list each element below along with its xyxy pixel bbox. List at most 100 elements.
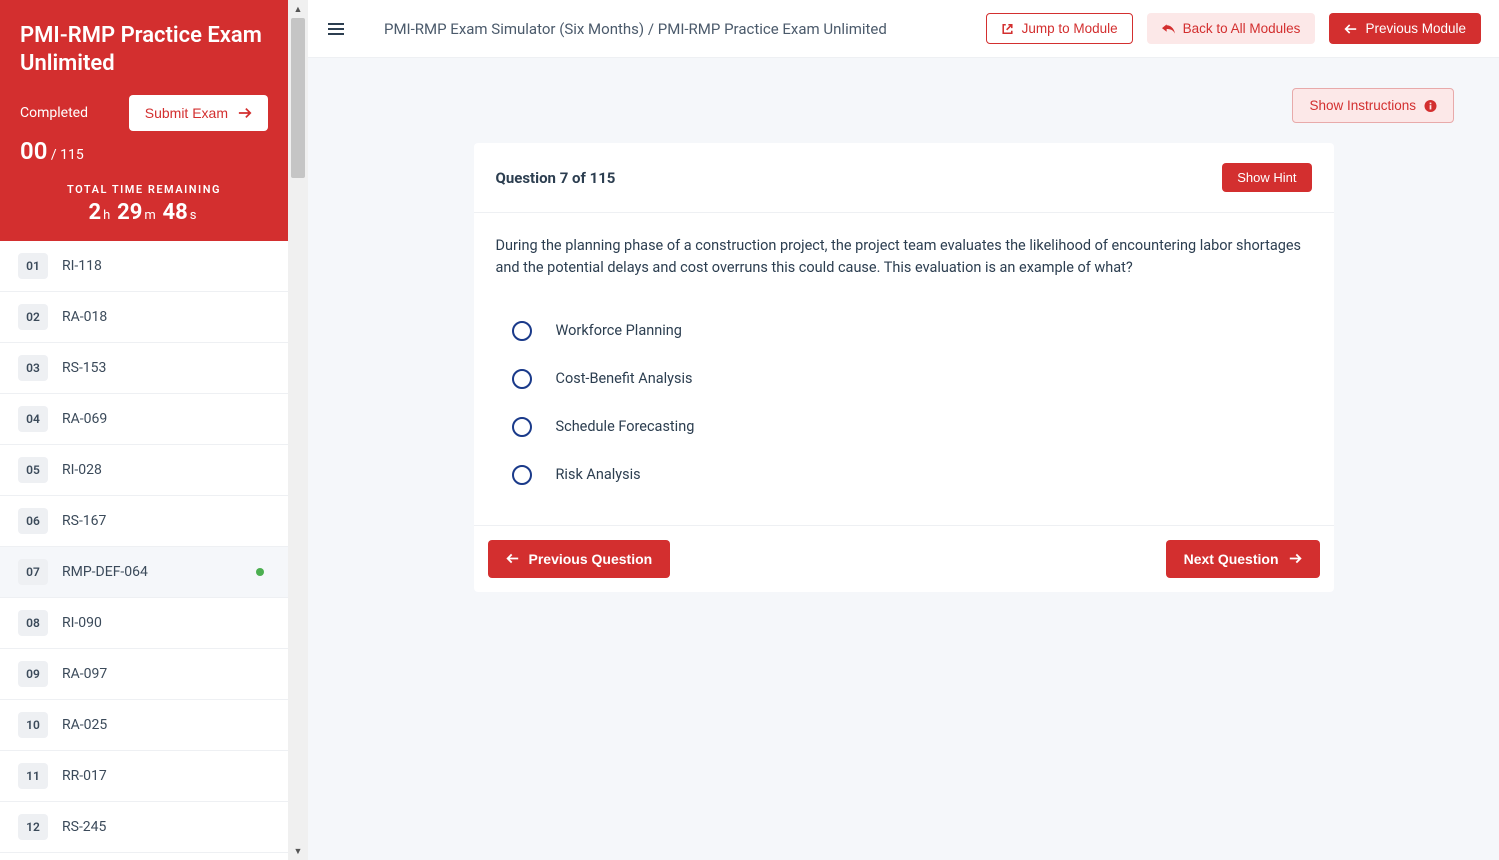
- timer-m-unit: m: [144, 208, 155, 223]
- sidebar-header: PMI-RMP Practice Exam Unlimited Complete…: [0, 0, 288, 241]
- question-number-badge: 02: [18, 304, 48, 330]
- question-list-item[interactable]: 09 RA-097: [0, 649, 288, 700]
- question-list-item[interactable]: 11 RR-017: [0, 751, 288, 802]
- completed-row: Completed Submit Exam: [20, 95, 268, 131]
- question-list: 01RI-118 02 RA-018 03 RS-153 04 RA-069 05 RI-028…: [0, 241, 288, 853]
- jump-to-module-label: Jump to Module: [1022, 21, 1118, 36]
- next-question-label: Next Question: [1184, 551, 1279, 567]
- scrollbar-thumb[interactable]: [291, 18, 305, 178]
- answer-text: Risk Analysis: [556, 466, 641, 483]
- question-list-item[interactable]: 04 RA-069: [0, 394, 288, 445]
- arrow-left-icon: [1344, 23, 1357, 35]
- submit-exam-label: Submit Exam: [145, 105, 228, 121]
- counter-sep: /: [51, 147, 57, 163]
- exam-title: PMI-RMP Practice Exam Unlimited: [20, 22, 268, 77]
- question-number-badge: 11: [18, 763, 48, 789]
- card-header: Question 7 of 115 Show Hint: [474, 143, 1334, 213]
- timer-value: 2h 29m 48s: [20, 200, 268, 225]
- question-text: During the planning phase of a construct…: [496, 235, 1312, 279]
- radio-button[interactable]: [512, 321, 532, 341]
- scrollbar-down-arrow[interactable]: ▼: [288, 842, 308, 860]
- question-number-badge: 04: [18, 406, 48, 432]
- active-indicator-dot: [256, 568, 264, 576]
- question-list-item[interactable]: 05 RI-028: [0, 445, 288, 496]
- answer-option[interactable]: Workforce Planning: [496, 307, 1312, 355]
- timer-seconds: 48: [162, 200, 187, 225]
- question-code: RI-090: [62, 615, 102, 631]
- card-footer: Previous Question Next Question: [474, 525, 1334, 592]
- show-instructions-label: Show Instructions: [1309, 98, 1416, 113]
- question-code: RS-167: [62, 513, 106, 529]
- timer-hours: 2: [89, 200, 102, 225]
- info-circle-icon: [1424, 100, 1437, 112]
- question-list-item[interactable]: 07RMP-DEF-064: [0, 547, 288, 598]
- content-area: Show Instructions Question 7 of 115 Show…: [308, 58, 1499, 860]
- arrow-left-icon: [506, 553, 519, 564]
- question-number-badge: 07: [18, 559, 48, 585]
- completed-label: Completed: [20, 105, 88, 121]
- answer-option[interactable]: Risk Analysis: [496, 451, 1312, 499]
- answer-text: Cost-Benefit Analysis: [556, 370, 693, 387]
- question-code: RS-153: [62, 360, 106, 376]
- counter-total: 115: [60, 147, 84, 163]
- scrollbar-up-arrow[interactable]: ▲: [288, 0, 308, 18]
- next-question-button[interactable]: Next Question: [1166, 540, 1320, 578]
- question-code: RI-028: [62, 462, 102, 478]
- timer-s-unit: s: [190, 208, 197, 223]
- question-list-item[interactable]: 06 RS-167: [0, 496, 288, 547]
- question-list-item[interactable]: 01RI-118: [0, 241, 288, 292]
- question-number-badge: 03: [18, 355, 48, 381]
- question-number-badge: 08: [18, 610, 48, 636]
- progress-counter: 00 / 115: [20, 137, 268, 165]
- back-to-modules-label: Back to All Modules: [1183, 21, 1301, 36]
- show-instructions-button[interactable]: Show Instructions: [1292, 88, 1454, 123]
- previous-module-button[interactable]: Previous Module: [1329, 13, 1481, 44]
- menu-toggle-button[interactable]: [322, 17, 350, 41]
- question-list-item[interactable]: 10RA-025: [0, 700, 288, 751]
- question-list-item[interactable]: 08 RI-090: [0, 598, 288, 649]
- previous-question-button[interactable]: Previous Question: [488, 540, 671, 578]
- reply-arrow-icon: [1162, 23, 1175, 35]
- radio-button[interactable]: [512, 369, 532, 389]
- main-area: PMI-RMP Exam Simulator (Six Months) / PM…: [308, 0, 1499, 860]
- question-number-badge: 10: [18, 712, 48, 738]
- timer-label: TOTAL TIME REMAINING: [20, 183, 268, 196]
- question-code: RA-069: [62, 411, 107, 427]
- timer-h-unit: h: [103, 208, 110, 223]
- sidebar: PMI-RMP Practice Exam Unlimited Complete…: [0, 0, 308, 860]
- topbar: PMI-RMP Exam Simulator (Six Months) / PM…: [308, 0, 1499, 58]
- show-hint-button[interactable]: Show Hint: [1222, 163, 1311, 192]
- scrollbar-track[interactable]: [291, 18, 305, 842]
- sidebar-scroll: PMI-RMP Practice Exam Unlimited Complete…: [0, 0, 288, 860]
- timer-minutes: 29: [117, 200, 142, 225]
- question-card: Question 7 of 115 Show Hint During the p…: [474, 143, 1334, 592]
- show-hint-label: Show Hint: [1237, 170, 1296, 185]
- question-code: RA-018: [62, 309, 107, 325]
- radio-button[interactable]: [512, 417, 532, 437]
- card-body: During the planning phase of a construct…: [474, 213, 1334, 525]
- question-list-item[interactable]: 02 RA-018: [0, 292, 288, 343]
- question-code: RA-097: [62, 666, 107, 682]
- question-number-badge: 09: [18, 661, 48, 687]
- external-link-icon: [1001, 23, 1014, 35]
- options-list: Workforce Planning Cost-Benefit Analysis S…: [496, 307, 1312, 499]
- question-list-item[interactable]: 12RS-245: [0, 802, 288, 853]
- question-code: RR-017: [62, 768, 107, 784]
- question-list-item[interactable]: 03 RS-153: [0, 343, 288, 394]
- submit-exam-button[interactable]: Submit Exam: [129, 95, 268, 131]
- jump-to-module-button[interactable]: Jump to Module: [986, 13, 1133, 44]
- question-number-badge: 06: [18, 508, 48, 534]
- question-number-badge: 05: [18, 457, 48, 483]
- scrollbar[interactable]: ▲ ▼: [288, 0, 308, 860]
- arrow-right-icon: [1289, 553, 1302, 564]
- arrow-right-icon: [238, 107, 252, 119]
- back-to-modules-button[interactable]: Back to All Modules: [1147, 13, 1316, 44]
- answer-text: Workforce Planning: [556, 322, 682, 339]
- answer-option[interactable]: Schedule Forecasting: [496, 403, 1312, 451]
- radio-button[interactable]: [512, 465, 532, 485]
- answer-option[interactable]: Cost-Benefit Analysis: [496, 355, 1312, 403]
- question-counter: Question 7 of 115: [496, 169, 616, 187]
- instructions-row: Show Instructions: [353, 88, 1454, 123]
- previous-question-label: Previous Question: [529, 551, 653, 567]
- question-number-badge: 12: [18, 814, 48, 840]
